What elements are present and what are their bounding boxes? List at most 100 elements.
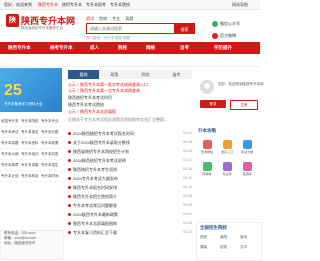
top-link-2[interactable]: 统招专升本 (62, 2, 82, 8)
news-title: 陕西专升本招生院校简介 (73, 194, 117, 199)
wechat-link[interactable]: 微信公众号 (212, 21, 240, 27)
quick-link[interactable]: 专升本报名 (21, 130, 39, 135)
tab-headlines[interactable]: 要闻 (68, 70, 99, 79)
news-list-item[interactable]: 专升本考试常见问题解答 03-05 (68, 203, 192, 209)
contact-box: 联系电话：029-xxxx 邮箱：xxxx@xx.com 地址：陕西省西安市 (0, 230, 64, 260)
search-tab-college[interactable]: 院校 (99, 16, 107, 21)
tab-prep[interactable]: 备考 (161, 70, 192, 79)
nav-item-2[interactable]: 统考专升本 (50, 45, 73, 51)
weibo-link[interactable]: 官方微博 (212, 33, 240, 40)
tool-signup[interactable]: 报名入口 (218, 140, 236, 158)
tool-syllabus[interactable]: 考试大纲 (238, 140, 256, 158)
quick-link[interactable]: 专升本资料 (21, 141, 39, 146)
top-link-4[interactable]: 专升本院校 (110, 2, 130, 8)
hot-dot-icon (68, 177, 71, 181)
news-headline[interactable]: 陕西统招专升本考试科目 (68, 95, 192, 101)
news-headline-text: 公示丨陕西专升本志愿填报 (68, 109, 116, 114)
wechat-label: 微信公众号 (220, 21, 240, 27)
news-title: 专升本考试常见问题解答 (73, 203, 117, 208)
search-input[interactable] (87, 24, 173, 32)
quick-link[interactable]: 专升本院校 (21, 119, 39, 124)
news-list-item[interactable]: 陕西省统招专升本院校招生计划 03-26 (68, 149, 192, 155)
college-link[interactable]: 渭南 (200, 245, 207, 250)
news-list-item[interactable]: 2024陕西统招专升本考试说明 03-21 (68, 158, 192, 164)
quick-link[interactable]: 专升本简章 (1, 163, 19, 168)
wechat-icon (212, 21, 218, 27)
nav-item-5[interactable]: 网络 (146, 45, 155, 51)
banner-number: 25 (4, 82, 22, 99)
tab-policy[interactable]: 政策 (99, 70, 130, 79)
quick-link[interactable]: 专升本问答 (41, 152, 59, 157)
search-tabs: 资讯 院校 专业 真题 (86, 16, 137, 22)
hot-dot-icon (68, 222, 71, 226)
quick-link[interactable]: 专升本培训 (21, 152, 39, 157)
tool-major[interactable]: 专业库 (218, 162, 236, 180)
quick-link[interactable]: 专升本录取 (21, 163, 39, 168)
nav-item-4[interactable]: 院校 (118, 45, 127, 51)
college-link[interactable]: 汉中 (240, 245, 247, 250)
college-link[interactable]: 西安 (200, 235, 207, 240)
quick-link[interactable]: 专升本大纲 (1, 152, 19, 157)
site-nav-link[interactable]: 网站导航 (232, 2, 248, 8)
news-date: 03-01 (183, 212, 192, 216)
news-title: 陕西专升本志愿填报指南 (73, 221, 117, 226)
news-list-item[interactable]: 2024专升本考试大纲发布 03-15 (68, 176, 192, 182)
login-button[interactable]: 登录 (200, 100, 226, 108)
news-headline-text: 公示丨陕西专升本第一次专升本成绩查询 (68, 88, 140, 93)
nav-item-7[interactable]: 学历提升 (214, 45, 232, 51)
news-title: 2024专升本考试大纲发布 (73, 176, 118, 181)
news-title: 关于2024陕西专升本录取分数线 (73, 140, 130, 145)
quick-links-row: 统招专升本 专升本院校 专升本专业 (0, 116, 62, 127)
news-list-item[interactable]: 2024陕西专升本最新政策 03-01 (68, 212, 192, 218)
search-tab-exam[interactable]: 真题 (125, 16, 133, 21)
nav-item-6[interactable]: 自考 (180, 45, 189, 51)
quick-link[interactable]: 专升本真题 (1, 141, 19, 146)
quick-link[interactable]: 专升本招生 (41, 163, 59, 168)
quick-links-row: 专升本简章 专升本录取 专升本招生 (0, 160, 62, 171)
tab-college[interactable]: 院校 (130, 70, 161, 79)
nav-item-1[interactable]: 陕西专升本 (8, 45, 31, 51)
news-headline[interactable]: 陕西专升本考试院校 (68, 102, 192, 108)
hot-dot-icon (68, 231, 71, 235)
quick-link[interactable]: 专升本科目 (21, 174, 39, 179)
tool-college[interactable]: 院校库 (198, 162, 216, 180)
top-link-3[interactable]: 专升本报考 (86, 2, 106, 8)
quick-link[interactable]: 统招专升本 (1, 119, 19, 124)
tool-exam[interactable]: 真题库 (238, 162, 256, 180)
signup-icon (222, 140, 232, 149)
quick-link[interactable]: 专升本时间 (41, 174, 59, 179)
quick-link[interactable]: 专升本分数 (41, 130, 59, 135)
news-list-item[interactable]: 专升本复习资料汇总下载 02-22 (68, 230, 192, 236)
college-icon (202, 162, 212, 171)
news-list-item[interactable]: 2024陕西统招专升本考试报名时间 04-02 (68, 131, 192, 137)
logo-subtitle: 陕西省统招专升本备考平台 (21, 26, 63, 30)
news-list-item[interactable]: 陕西专升本招生院校简介 03-08 (68, 194, 192, 200)
search-tab-major[interactable]: 专业 (112, 16, 120, 21)
logo-mark[interactable]: 陕 (6, 14, 19, 27)
college-link[interactable]: 咸阳 (220, 235, 227, 240)
tool-score[interactable]: 查询成绩 (198, 140, 216, 158)
news-headline[interactable]: 公示丨陕西专升本第一次专升本成绩查询 (68, 88, 192, 94)
news-date: 03-18 (183, 167, 192, 171)
college-link[interactable]: 延安 (220, 245, 227, 250)
nav-item-3[interactable]: 成人 (90, 45, 99, 51)
news-list-item[interactable]: 陕西专升本报名时间安排 03-10 (68, 185, 192, 191)
news-list-item[interactable]: 陕西统招专升本考生须知 03-18 (68, 167, 192, 173)
search-tip: 热门搜索：专升本 院校 真题 (86, 36, 130, 40)
tool-label: 查询成绩 (200, 150, 213, 154)
news-list-item[interactable]: 陕西专升本志愿填报指南 02-26 (68, 221, 192, 227)
quick-link[interactable]: 专升本政策 (41, 141, 59, 146)
news-headline[interactable]: 公示丨陕西专升本志愿填报 (68, 109, 192, 115)
search-tab-news[interactable]: 资讯 (86, 16, 94, 21)
college-link[interactable]: 宝鸡 (240, 235, 247, 240)
quick-link[interactable]: 专升本专业 (41, 119, 59, 124)
tool-label: 真题库 (242, 172, 252, 176)
register-button[interactable]: 注册 (230, 100, 258, 110)
quick-link[interactable]: 专升本计划 (1, 174, 19, 179)
quick-link[interactable]: 专升本考试 (1, 130, 19, 135)
news-list-item[interactable]: 关于2024陕西专升本录取分数线 03-28 (68, 140, 192, 146)
search-box (86, 23, 175, 34)
promo-banner[interactable]: 25 专升本备考学习资料大全 (0, 68, 62, 112)
search-button[interactable]: 搜索 (174, 23, 195, 34)
top-link-1[interactable]: 陕西专升本 (38, 2, 58, 8)
